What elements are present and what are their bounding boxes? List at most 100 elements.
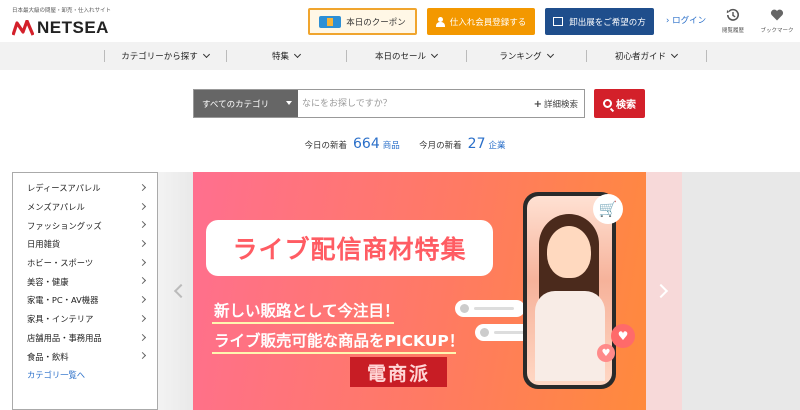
chevron-down-icon (546, 50, 554, 59)
underline-decoration (212, 322, 394, 324)
category-label: ファッショングッズ (27, 220, 102, 231)
all-categories-link[interactable]: カテゴリ一覧へ (13, 366, 157, 384)
chevron-right-icon (138, 221, 147, 229)
nav-item-guide[interactable]: 初心者ガイド (587, 42, 705, 70)
nav-item-category[interactable]: カテゴリーから探す (105, 42, 225, 70)
history-label: 閲覧履歴 (721, 28, 744, 34)
nav-item-label: カテゴリーから探す (121, 52, 198, 62)
next-slide-peek[interactable] (646, 172, 800, 410)
chevron-right-icon: › (666, 16, 670, 26)
seller-apply-button[interactable]: 卸出展をご希望の方 (545, 8, 654, 35)
chevron-down-icon (670, 50, 679, 59)
category-item[interactable]: 日用雑貨 (13, 235, 157, 254)
advanced-search-label: 詳細検索 (543, 100, 578, 110)
category-label: 日用雑貨 (27, 239, 61, 250)
search-input[interactable] (300, 90, 520, 117)
category-item[interactable]: メンズアパレル (13, 198, 157, 217)
login-link[interactable]: › ログイン (666, 14, 706, 26)
site-logo[interactable]: NETSEA (12, 18, 109, 38)
history-icon (726, 8, 739, 21)
today-new-unit: 商品 (382, 141, 400, 151)
category-label: レディースアパレル (27, 183, 101, 194)
banner-slide[interactable]: ライブ配信商材特集 🛒 ♥ ♥ 新しい販路として今注目！ ライブ販売可能な商品を… (193, 172, 646, 410)
nav-item-label: 初心者ガイド (614, 52, 666, 62)
chat-bubble-icon (455, 300, 525, 317)
chevron-right-icon (138, 258, 147, 266)
category-label: 美容・健康 (27, 276, 69, 287)
search-category-select[interactable]: すべてのカテゴリ (194, 90, 298, 117)
category-label: メンズアパレル (27, 202, 85, 213)
coupon-button[interactable]: 本日のクーポン (308, 8, 417, 35)
chevron-right-icon (138, 202, 147, 210)
category-item[interactable]: レディースアパレル (13, 179, 157, 198)
category-label: 家具・インテリア (27, 314, 94, 325)
banner-line-2: ライブ販売可能な商品をPICKUP！ (214, 332, 465, 350)
month-new-label: 今月の新着 (419, 141, 462, 151)
coupon-ticket-icon (319, 15, 342, 28)
category-item[interactable]: 家電・PC・AV機器 (13, 291, 157, 310)
bookmark-button[interactable]: ブックマーク (757, 8, 797, 34)
nav-item-ranking[interactable]: ランキング (467, 42, 585, 70)
category-label: 店舗用品・事務用品 (27, 332, 102, 343)
member-register-button[interactable]: 仕入れ会員登録する (427, 8, 535, 35)
user-icon (435, 16, 445, 27)
chevron-right-icon (138, 277, 147, 285)
month-new-count: 27 (467, 136, 486, 152)
heart-icon: ♥ (611, 324, 635, 348)
today-new-count: 664 (353, 136, 380, 152)
nav-item-label: 特集 (271, 52, 289, 62)
underline-decoration (212, 352, 456, 354)
chevron-right-icon (138, 296, 147, 304)
chevron-down-icon (293, 50, 302, 59)
logo-text: NETSEA (37, 18, 109, 37)
advanced-search-link[interactable]: + 詳細検索 (534, 98, 578, 110)
nav-item-sale[interactable]: 本日のセール (347, 42, 465, 70)
chevron-right-icon (138, 240, 147, 248)
category-label: 食品・飲料 (27, 351, 69, 362)
banner-stamp: 電商派 (350, 357, 447, 387)
chevron-down-icon (202, 50, 210, 59)
heart-icon: ♥ (597, 344, 615, 362)
chevron-right-icon (138, 183, 147, 192)
netsea-logo-icon (12, 20, 34, 36)
chevron-down-icon (430, 50, 439, 59)
store-icon (553, 17, 564, 26)
member-register-label: 仕入れ会員登録する (449, 17, 527, 28)
history-button[interactable]: 閲覧履歴 (713, 8, 753, 34)
search-icon (603, 99, 612, 108)
nav-item-label: ランキング (499, 52, 542, 62)
presenter-image (547, 226, 591, 278)
chevron-right-icon (138, 333, 147, 341)
banner-title: ライブ配信商材特集 (232, 235, 467, 264)
site-tagline: 日本最大級の問屋・卸売・仕入れサイト (12, 8, 112, 14)
seller-apply-label: 卸出展をご希望の方 (569, 17, 646, 28)
category-item[interactable]: 家具・インテリア (13, 310, 157, 329)
category-item[interactable]: 店舗用品・事務用品 (13, 329, 157, 348)
bookmark-label: ブックマーク (760, 28, 794, 34)
category-label: 家電・PC・AV機器 (27, 295, 99, 306)
banner-title-box: ライブ配信商材特集 (206, 220, 493, 276)
search-button[interactable]: 検索 (594, 89, 645, 118)
category-item[interactable]: 美容・健康 (13, 272, 157, 291)
caret-down-icon (286, 101, 292, 105)
header: 日本最大級の問屋・卸売・仕入れサイト NETSEA 本日のクーポン 仕入れ会員登… (0, 0, 800, 42)
category-item[interactable]: ファッショングッズ (13, 216, 157, 235)
chevron-right-icon (138, 314, 147, 322)
category-item[interactable]: ホビー・スポーツ (13, 254, 157, 273)
category-item[interactable]: 食品・飲料 (13, 347, 157, 366)
new-arrivals-stats: 今日の新着 664 商品 今月の新着 27 企業 (0, 136, 800, 152)
nav-item-feature[interactable]: 特集 (227, 42, 345, 70)
today-new-label: 今日の新着 (304, 141, 347, 151)
coupon-label: 本日のクーポン (346, 17, 406, 28)
login-label: ログイン (672, 16, 707, 26)
search-bar: すべてのカテゴリ +詳細検索 (193, 89, 585, 118)
banner-line-1: 新しい販路として今注目！ (214, 302, 400, 320)
global-nav: カテゴリーから探す 特集 本日のセール ランキング 初心者ガイド (0, 42, 800, 70)
cart-icon: 🛒 (593, 194, 623, 224)
category-menu: レディースアパレル メンズアパレル ファッショングッズ 日用雑貨 ホビー・スポー… (12, 172, 158, 410)
nav-item-label: 本日のセール (374, 52, 426, 62)
month-new-unit: 企業 (488, 141, 506, 151)
plus-icon: + (533, 99, 542, 110)
category-label: ホビー・スポーツ (27, 258, 94, 269)
nav-divider (706, 50, 707, 62)
